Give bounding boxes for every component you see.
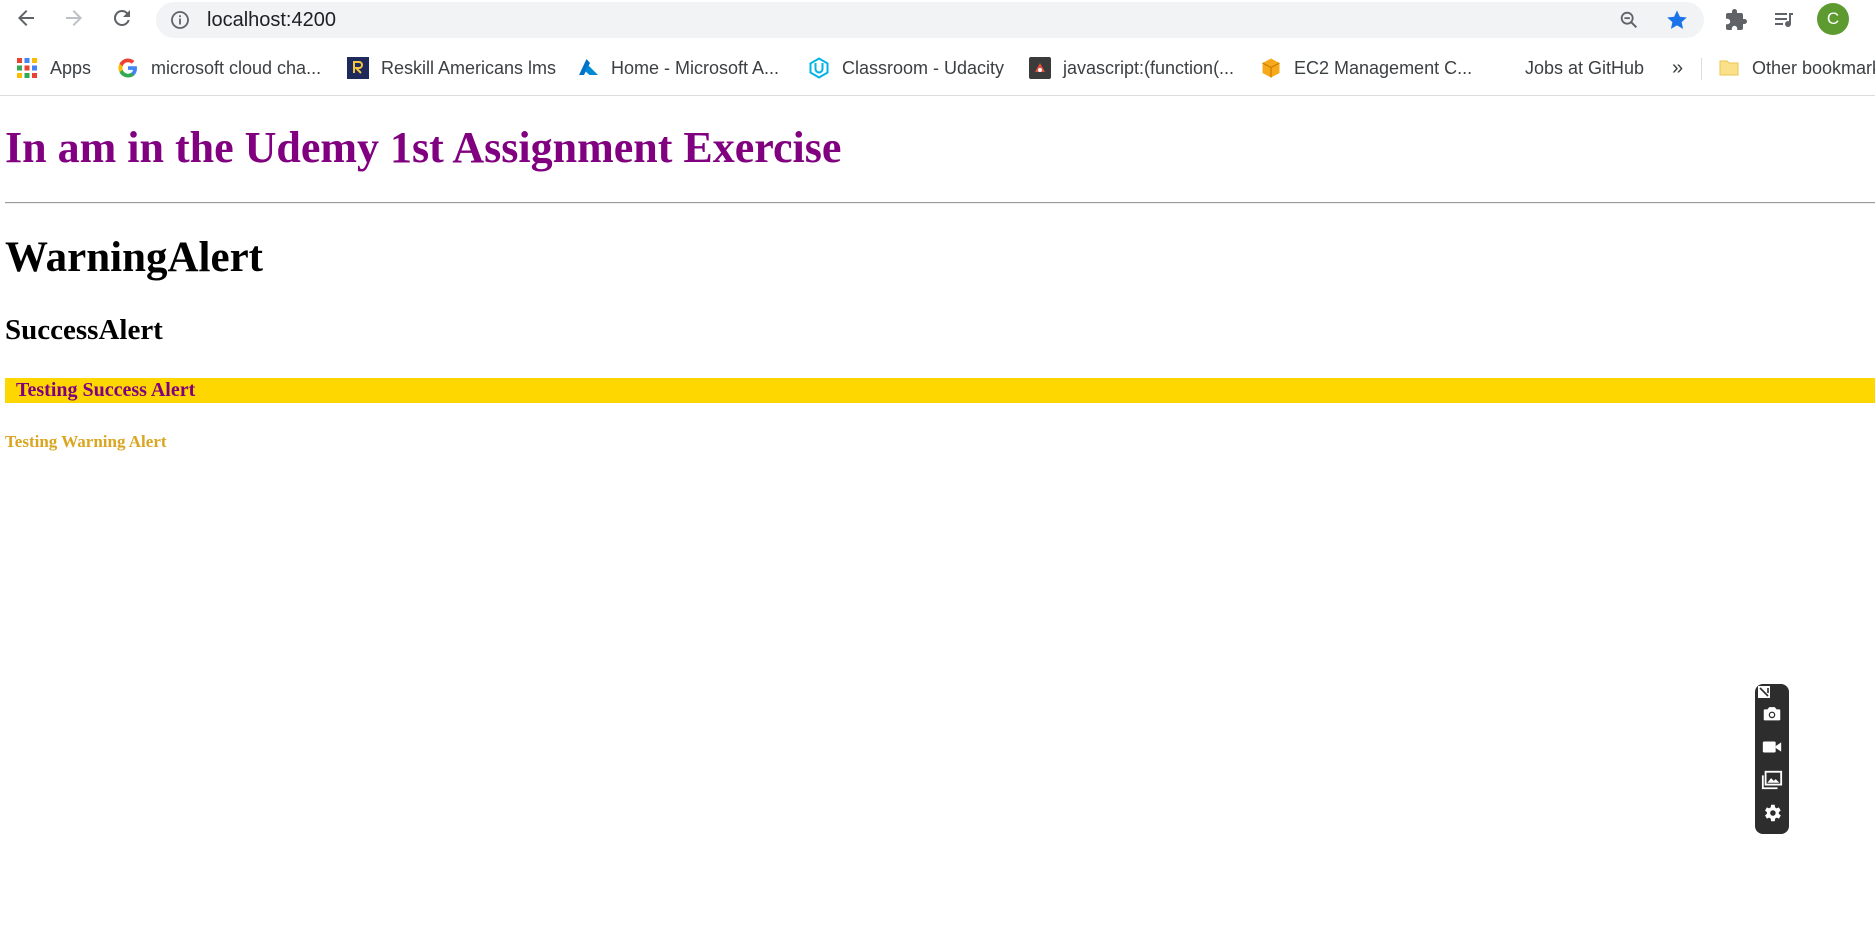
- avatar-letter: C: [1826, 9, 1840, 28]
- page-heading: In am in the Udemy 1st Assignment Exerci…: [5, 123, 842, 172]
- bookmark-label: EC2 Management C...: [1294, 57, 1473, 78]
- bookmark-github[interactable]: Jobs at GitHub: [1525, 52, 1644, 84]
- warning-alert-message: Testing Warning Alert: [5, 432, 167, 451]
- aws-box-icon: [1260, 57, 1282, 79]
- bookmark-label: Other bookmarks: [1752, 57, 1875, 78]
- bookmark-javascript[interactable]: javascript:(function(...: [1029, 52, 1234, 84]
- success-alert-title: SuccessAlert: [5, 314, 163, 346]
- bookmark-label: javascript:(function(...: [1063, 57, 1235, 78]
- bookmark-label: Jobs at GitHub: [1525, 57, 1645, 78]
- reading-list-icon[interactable]: [1770, 6, 1798, 34]
- bookmark-azure[interactable]: Home - Microsoft A...: [577, 52, 779, 84]
- profile-avatar[interactable]: C: [1817, 3, 1849, 35]
- toolbar-divider: [0, 95, 1875, 96]
- bookmarks-bar: Apps microsoft cloud cha... Reskill Amer…: [0, 52, 1875, 84]
- azure-icon: [577, 57, 599, 79]
- success-alert-message: Testing Success Alert: [16, 379, 196, 401]
- success-alert-box: Testing Success Alert: [5, 378, 1875, 403]
- bookmark-apps[interactable]: Apps: [16, 52, 91, 84]
- bookmark-reskill[interactable]: Reskill Americans lms: [347, 52, 556, 84]
- bookmark-label: Home - Microsoft A...: [611, 57, 780, 78]
- bookmark-label: Apps: [50, 57, 92, 78]
- camera-icon[interactable]: [1760, 702, 1784, 726]
- google-icon: [117, 57, 139, 79]
- reload-icon: [110, 6, 134, 35]
- horizontal-rule: [5, 202, 1875, 204]
- video-icon[interactable]: [1760, 735, 1784, 759]
- address-bar[interactable]: localhost:4200: [156, 2, 1704, 38]
- bookmarklet-icon: [1029, 57, 1051, 79]
- warning-alert-title: WarningAlert: [5, 234, 263, 281]
- reload-button[interactable]: [106, 4, 138, 36]
- zoom-icon[interactable]: [1617, 8, 1641, 32]
- bookmarks-separator: [1701, 58, 1702, 80]
- bookmark-star-icon[interactable]: [1665, 8, 1689, 32]
- udacity-icon: [808, 57, 830, 79]
- back-button[interactable]: [10, 4, 42, 36]
- forward-button[interactable]: [58, 4, 90, 36]
- gallery-icon[interactable]: [1760, 768, 1784, 792]
- arrow-left-icon: [14, 6, 38, 35]
- bookmark-microsoft-cloud[interactable]: microsoft cloud cha...: [117, 52, 321, 84]
- bookmark-label: microsoft cloud cha...: [151, 57, 322, 78]
- bookmark-label: Reskill Americans lms: [381, 57, 557, 78]
- folder-icon: [1718, 57, 1740, 79]
- bookmark-ec2[interactable]: EC2 Management C...: [1260, 52, 1472, 84]
- settings-icon[interactable]: [1760, 801, 1784, 825]
- arrow-right-icon: [62, 6, 86, 35]
- site-info-icon[interactable]: [170, 10, 190, 30]
- extensions-icon[interactable]: [1722, 6, 1750, 34]
- bookmark-label: Classroom - Udacity: [842, 57, 1005, 78]
- bookmark-other-folder[interactable]: Other bookmarks: [1718, 52, 1875, 84]
- bookmarks-overflow-button[interactable]: »: [1672, 52, 1683, 84]
- pin-icon[interactable]: [1757, 685, 1771, 699]
- url-text: localhost:4200: [207, 9, 336, 31]
- bookmark-udacity[interactable]: Classroom - Udacity: [808, 52, 1004, 84]
- browser-toolbar: localhost:4200 C: [0, 0, 1875, 40]
- chevron-double-right-icon: »: [1672, 56, 1684, 79]
- apps-grid-icon: [16, 57, 38, 79]
- capture-widget: [1755, 684, 1789, 834]
- reskill-logo-icon: [347, 57, 369, 79]
